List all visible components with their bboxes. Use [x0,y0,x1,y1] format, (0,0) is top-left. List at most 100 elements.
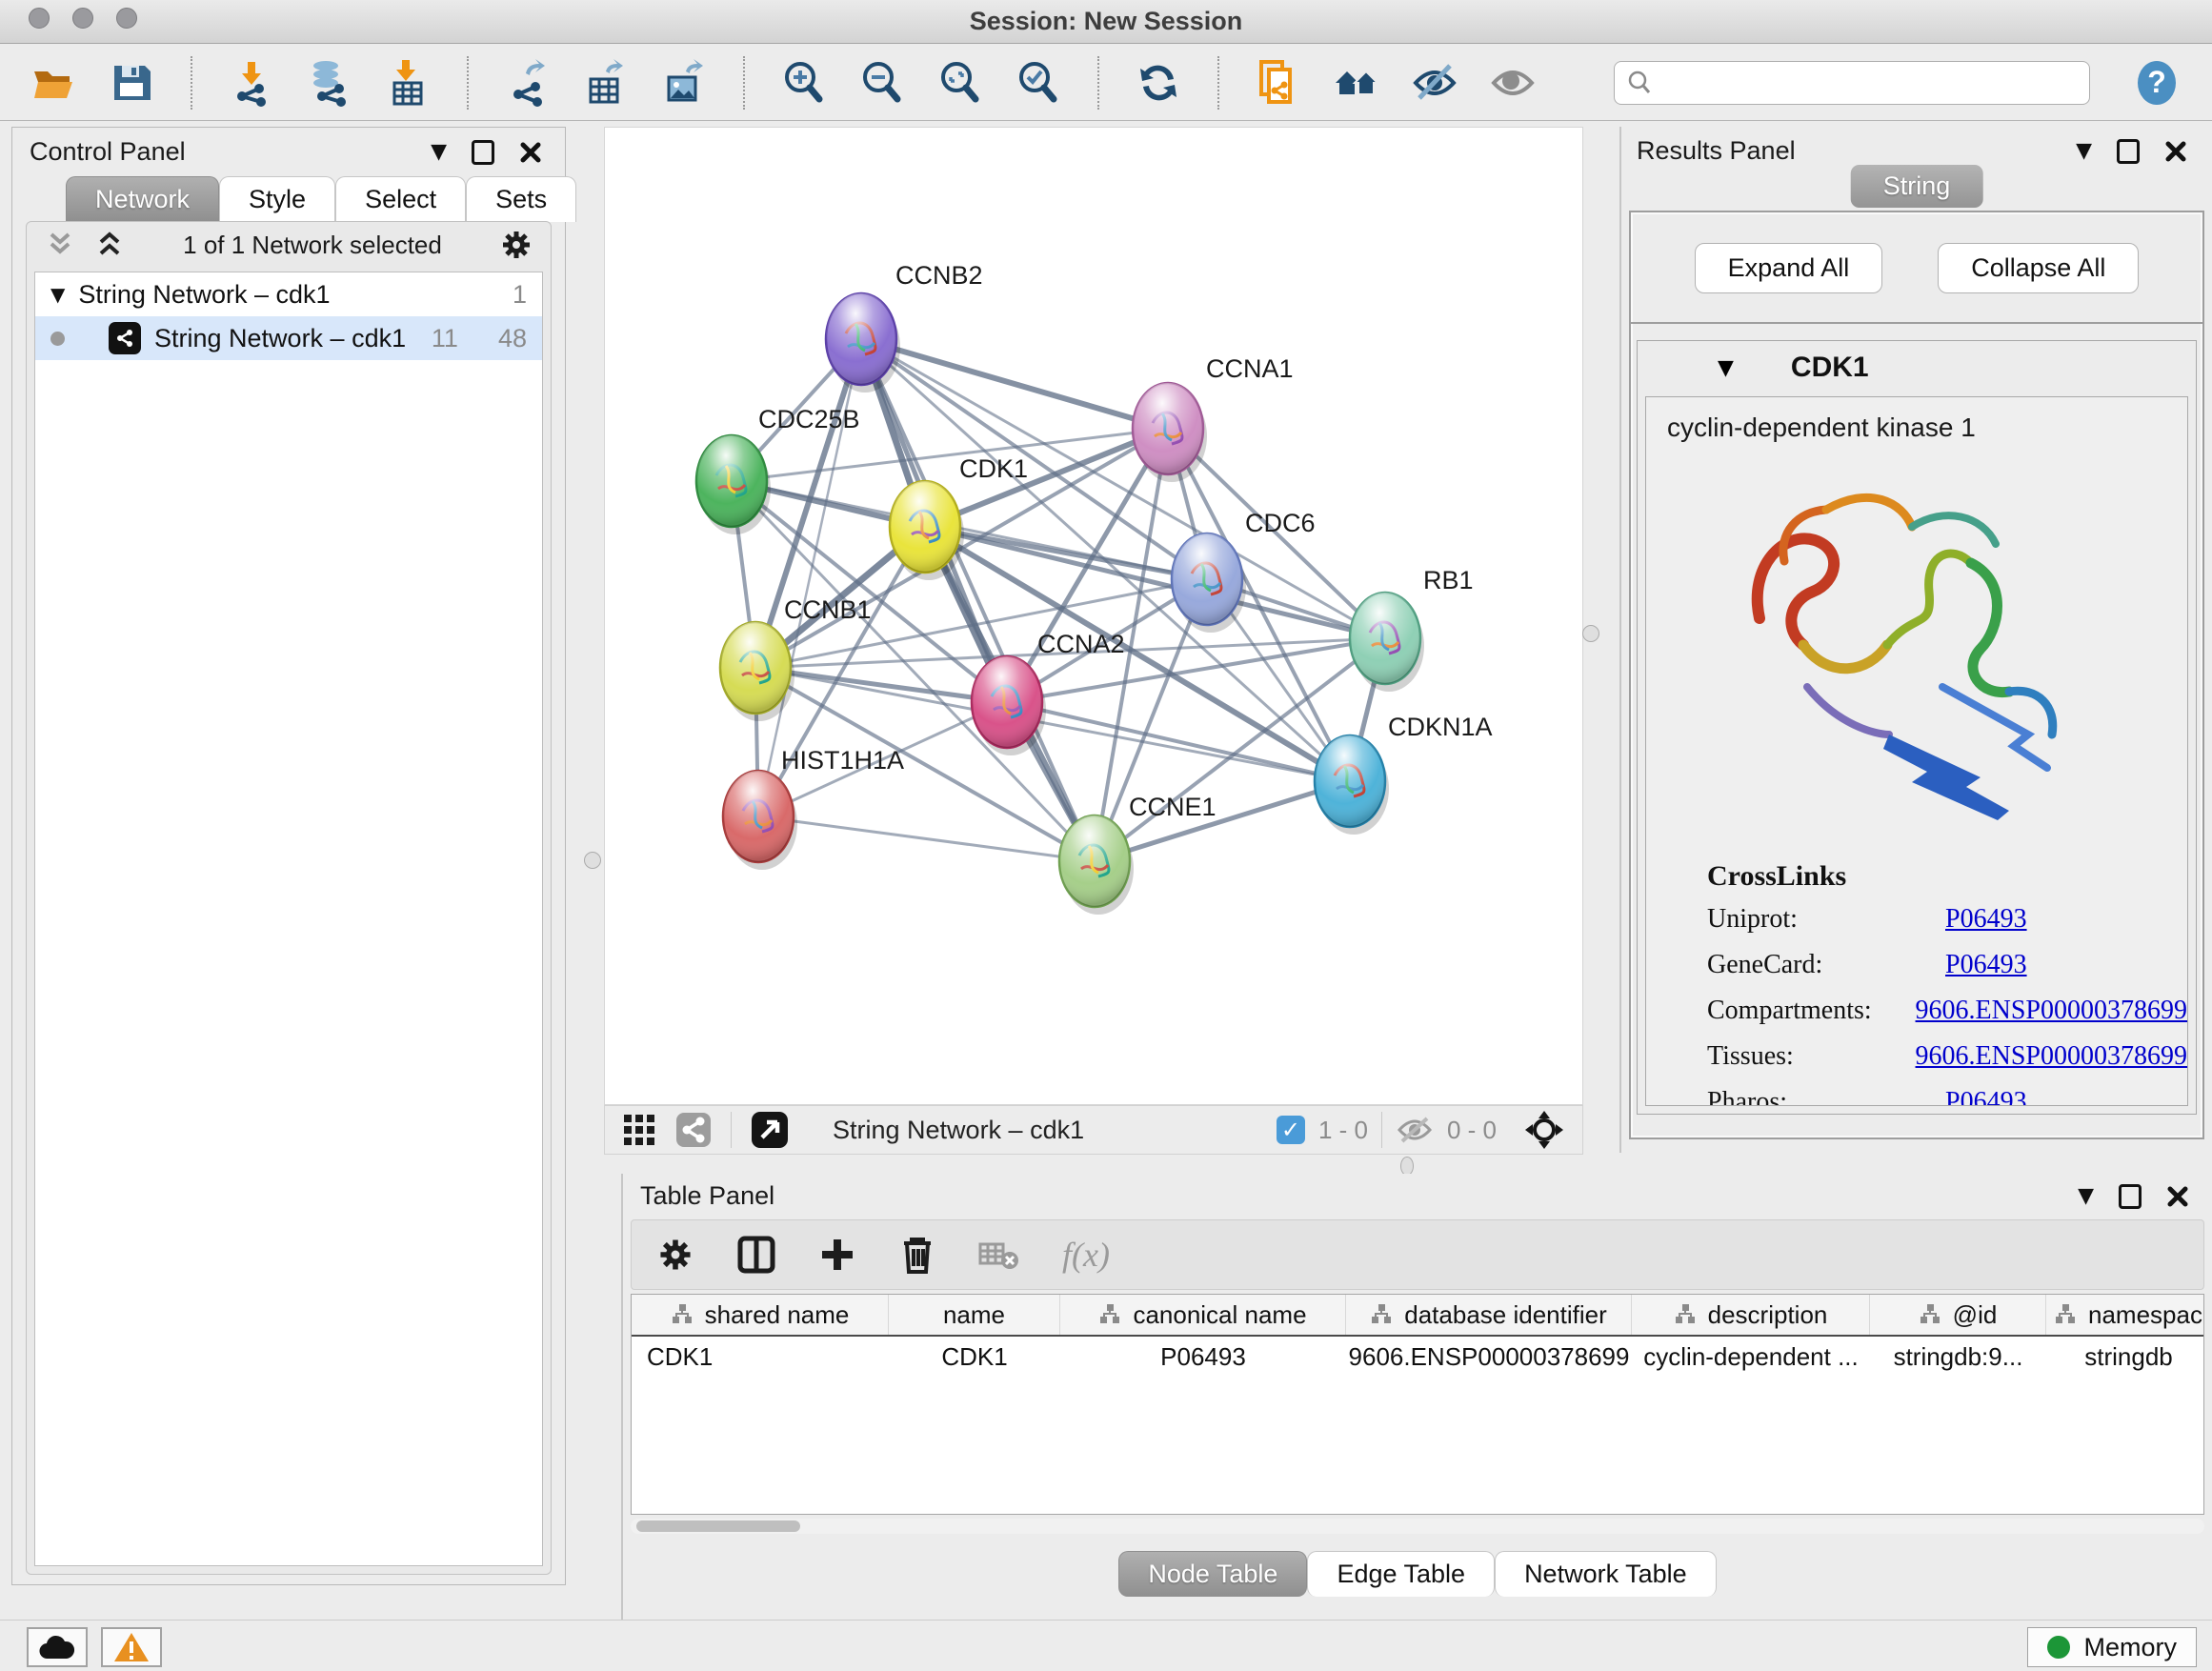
selected-indicator-checkbox[interactable]: ✓ [1277,1116,1305,1144]
help-icon[interactable]: ? [2132,58,2182,108]
column-header-namespac[interactable]: namespac [2046,1295,2204,1335]
network-edge-CCNA2-CDKN1A[interactable] [1007,702,1350,781]
table-cell[interactable]: stringdb [2046,1337,2204,1377]
panel-menu-icon[interactable]: ▼ [2076,139,2092,163]
open-in-window-icon[interactable] [751,1111,789,1149]
left-splitter-handle[interactable] [584,852,601,869]
tab-string[interactable]: String [1851,165,1983,208]
show-columns-icon[interactable] [736,1235,776,1275]
tab-style[interactable]: Style [219,176,335,222]
memory-button[interactable]: Memory [2027,1627,2197,1667]
zoom-window-icon[interactable] [116,8,137,29]
table-cell[interactable]: CDK1 [889,1337,1060,1377]
network-edge-CCNB2-CCNE1[interactable] [861,339,1095,861]
birdseye-crosshair-icon[interactable] [1523,1109,1565,1151]
table-horizontal-scrollbar[interactable] [631,1519,2204,1534]
close-panel-icon[interactable] [519,141,542,164]
export-network-icon[interactable] [503,58,553,108]
table-cell[interactable]: 9606.ENSP00000378699 [1346,1337,1632,1377]
show-graphics-details-icon[interactable] [1488,58,1538,108]
grid-view-icon[interactable] [622,1113,656,1147]
table-cell[interactable]: stringdb:9... [1870,1337,2046,1377]
float-panel-icon[interactable] [472,140,494,165]
save-session-icon[interactable] [107,58,156,108]
hide-show-graphics-icon[interactable] [1410,58,1459,108]
close-panel-icon[interactable] [2166,1185,2189,1208]
column-header-canonical-name[interactable]: canonical name [1060,1295,1346,1335]
search-input[interactable] [1662,68,2078,97]
panel-menu-icon[interactable]: ▼ [431,140,447,164]
expand-all-button[interactable]: Expand All [1695,243,1883,293]
close-panel-icon[interactable] [2164,140,2187,163]
zoom-fit-content-icon[interactable] [935,58,985,108]
column-header-label: database identifier [1404,1300,1606,1330]
network-node-CCNA2[interactable] [972,656,1046,755]
gene-section-header[interactable]: ▼ CDK1 [1638,341,2196,394]
crosslink-link[interactable]: P06493 [1945,904,2027,935]
column-header-shared-name[interactable]: shared name [632,1295,889,1335]
crosslink-link[interactable]: P06493 [1945,1087,2027,1106]
export-image-icon[interactable] [659,58,709,108]
network-edge-CCNB2-CCNA1[interactable] [861,339,1168,429]
table-cell[interactable]: CDK1 [632,1337,889,1377]
collapse-triangle-icon[interactable]: ▼ [50,283,65,306]
column-header-@id[interactable]: @id [1870,1295,2046,1335]
minimize-window-icon[interactable] [72,8,93,29]
table-options-gear-icon[interactable] [656,1236,694,1274]
collapse-all-icon[interactable] [44,231,76,259]
home-layout-icon[interactable] [1332,58,1381,108]
table-cell[interactable]: P06493 [1060,1337,1346,1377]
expand-all-icon[interactable] [93,231,126,259]
collapse-all-button[interactable]: Collapse All [1938,243,2139,293]
warnings-button[interactable] [101,1627,162,1667]
open-file-icon[interactable] [29,58,78,108]
float-panel-icon[interactable] [2119,1184,2142,1209]
column-header-database-identifier[interactable]: database identifier [1346,1295,1632,1335]
network-node-CCNB1[interactable] [720,622,794,721]
column-header-description[interactable]: description [1632,1295,1870,1335]
panel-menu-icon[interactable]: ▼ [2078,1184,2094,1208]
tab-network[interactable]: Network [66,176,219,222]
table-row[interactable]: CDK1CDK1P064939606.ENSP00000378699cyclin… [632,1337,2203,1377]
network-canvas[interactable]: CCNB2CCNA1CDC25BCDK1CDC6RB1CCNB1CCNA2CDK… [604,127,1583,1105]
float-panel-icon[interactable] [2117,139,2140,164]
network-node-HIST1H1A[interactable] [723,771,797,870]
right-splitter-handle[interactable] [1582,625,1599,642]
zoom-selected-icon[interactable] [1014,58,1063,108]
tab-network-table[interactable]: Network Table [1495,1551,1717,1597]
import-table-file-icon[interactable] [383,58,432,108]
cloud-status-button[interactable] [27,1627,88,1667]
network-collection-row[interactable]: ▼ String Network – cdk1 1 [35,272,542,316]
network-node-CCNE1[interactable] [1059,815,1134,915]
network-node-RB1[interactable] [1350,593,1424,692]
tab-edge-table[interactable]: Edge Table [1307,1551,1495,1597]
network-edge-HIST1H1A-CCNE1[interactable] [758,816,1095,861]
tab-sets[interactable]: Sets [466,176,576,222]
duplicate-network-icon[interactable] [1254,58,1303,108]
bottom-splitter-handle[interactable] [1400,1157,1414,1176]
network-node-CDC6[interactable] [1172,534,1246,633]
tab-select[interactable]: Select [335,176,466,222]
update-view-icon[interactable] [1134,58,1183,108]
network-options-gear-icon[interactable] [499,228,533,262]
crosslink-link[interactable]: 9606.ENSP00000378699 [1916,996,2187,1026]
add-column-icon[interactable] [818,1236,856,1274]
zoom-in-icon[interactable] [779,58,829,108]
section-collapse-triangle-icon[interactable]: ▼ [1718,356,1734,380]
import-network-database-icon[interactable] [305,58,354,108]
delete-column-icon[interactable] [898,1234,936,1276]
column-header-name[interactable]: name [889,1295,1060,1335]
crosslink-link[interactable]: 9606.ENSP00000378699 [1916,1041,2187,1072]
network-overview-icon[interactable] [675,1112,712,1148]
network-row[interactable]: String Network – cdk1 11 48 [35,316,542,360]
export-table-icon[interactable] [581,58,631,108]
zoom-out-icon[interactable] [857,58,907,108]
scrollbar-thumb[interactable] [636,1520,800,1532]
table-cell[interactable]: cyclin-dependent ... [1632,1337,1870,1377]
network-node-CDKN1A[interactable] [1315,735,1389,835]
import-network-file-icon[interactable] [227,58,276,108]
crosslink-link[interactable]: P06493 [1945,950,2027,980]
network-node-CCNB2[interactable] [826,293,900,393]
tab-node-table[interactable]: Node Table [1118,1551,1307,1597]
close-window-icon[interactable] [29,8,50,29]
